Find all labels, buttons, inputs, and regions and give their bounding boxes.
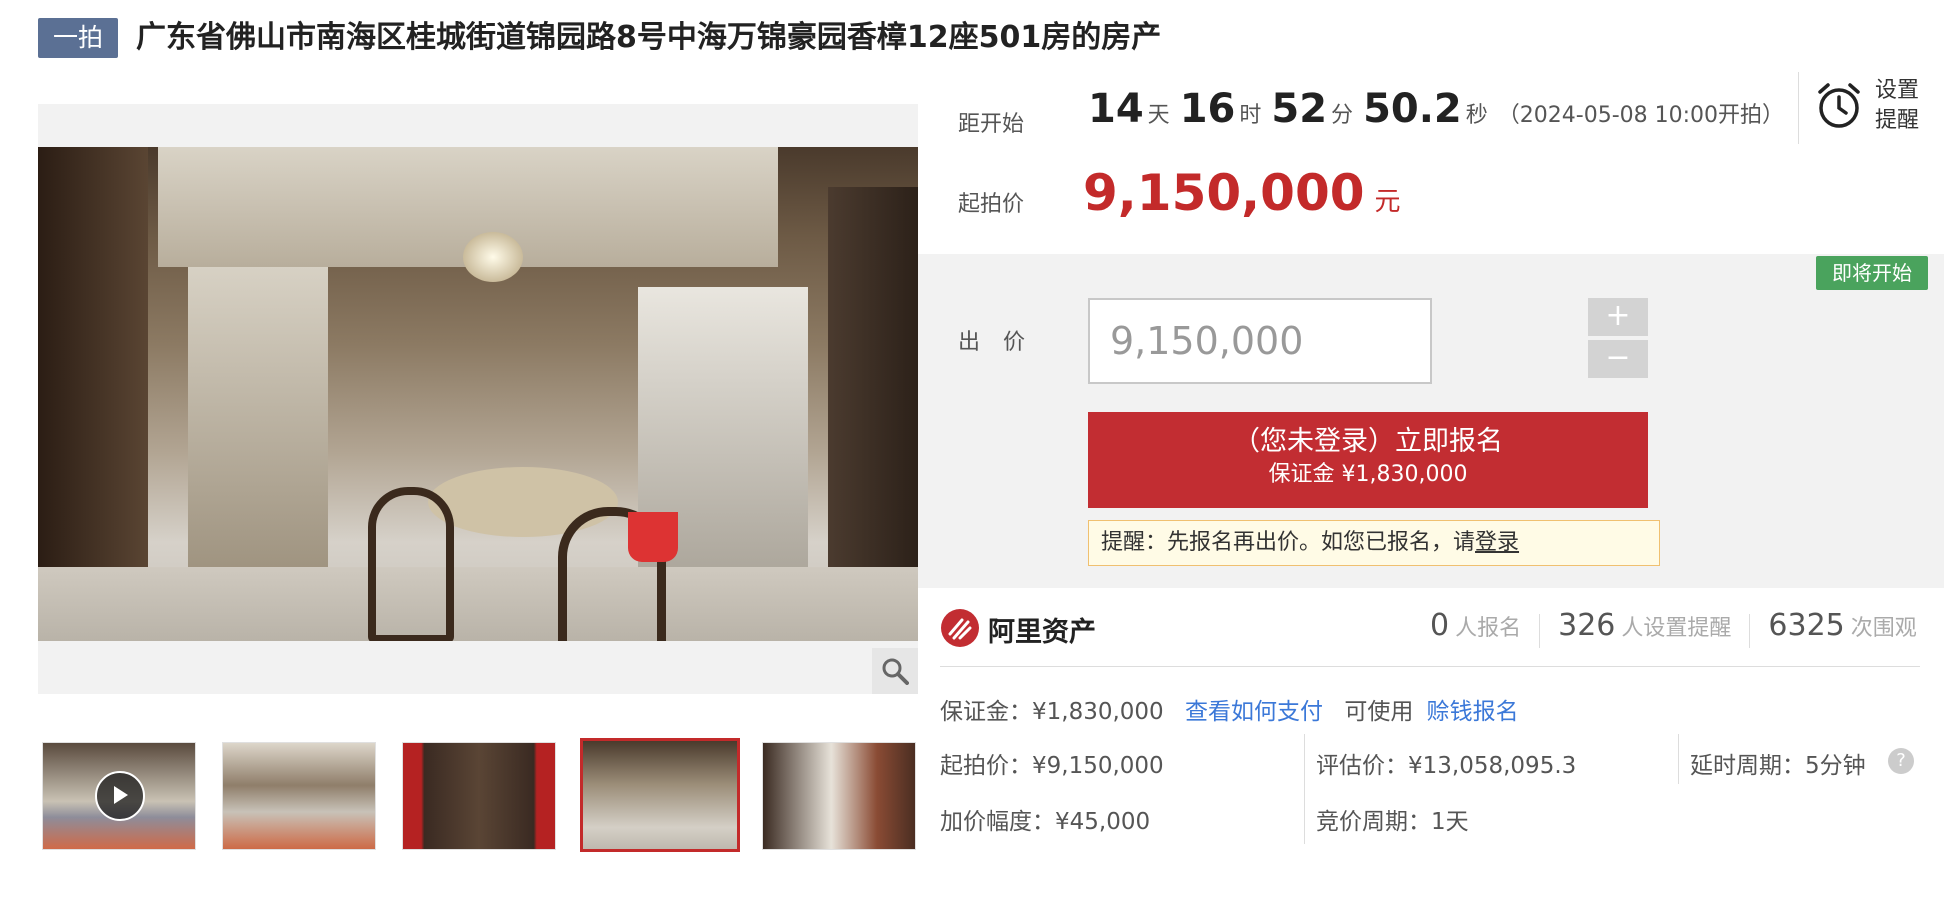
platform-name: 阿里资产 <box>988 617 1096 648</box>
divider <box>940 666 1920 667</box>
countdown-minutes: 52 <box>1271 86 1328 132</box>
auction-stats: 0 人报名 326 人设置提醒 6325 次围观 <box>1430 608 1917 648</box>
thumbnail-image[interactable] <box>222 742 376 850</box>
reminder-line1: 设置 <box>1875 78 1920 103</box>
reminder-line2: 提醒 <box>1875 108 1920 133</box>
ali-assets-logo-icon <box>941 609 979 647</box>
photo-bucket <box>628 512 678 562</box>
auction-round-badge: 一拍 <box>38 18 118 58</box>
zoom-button[interactable] <box>872 648 918 694</box>
countdown-hours-unit: 时 <box>1239 103 1262 128</box>
divider <box>1678 734 1679 784</box>
countdown-minutes-unit: 分 <box>1331 103 1354 128</box>
countdown-hours: 16 <box>1179 86 1236 132</box>
thumbnail-video[interactable] <box>42 742 196 850</box>
signup-count: 0 <box>1430 608 1450 643</box>
how-to-pay-link[interactable]: 查看如何支付 <box>1185 699 1323 725</box>
login-tip: 提醒：先报名再出价。如您已报名，请登录 <box>1088 520 1660 566</box>
login-link[interactable]: 登录 <box>1475 530 1519 555</box>
thumbnail-image[interactable] <box>402 742 556 850</box>
set-reminder-button[interactable]: 设置 提醒 <box>1798 72 1944 144</box>
decrease-bid-button[interactable]: − <box>1588 340 1648 378</box>
signup-deposit-label: 保证金 ¥1,830,000 <box>1268 462 1468 487</box>
start-price-label: 起拍价 <box>958 192 1025 217</box>
divider <box>1539 613 1541 648</box>
start-price-value: 9,150,000 <box>1083 164 1365 222</box>
appraisal-price: 评估价：¥13,058,095.3 <box>1316 753 1577 779</box>
view-count: 6325 <box>1768 608 1845 643</box>
thumbnail-image[interactable] <box>762 742 916 850</box>
start-price: 9,150,000 元 <box>1083 164 1401 222</box>
credit-signup-link[interactable]: 赊钱报名 <box>1427 699 1519 725</box>
main-photo[interactable] <box>38 147 918 641</box>
can-use-text: 可使用 <box>1344 699 1414 725</box>
deposit-text: 保证金：¥1,830,000 <box>940 699 1164 725</box>
status-badge: 即将开始 <box>1816 256 1928 290</box>
countdown-days-unit: 天 <box>1147 103 1170 128</box>
signup-button-label: （您未登录）立即报名 <box>1233 426 1503 457</box>
thumbnail-image-selected[interactable] <box>580 738 740 852</box>
magnifier-icon <box>882 658 909 685</box>
countdown-days: 14 <box>1088 86 1144 132</box>
help-icon[interactable]: ? <box>1888 748 1914 774</box>
extension-period: 延时周期：5分钟 <box>1690 753 1866 779</box>
countdown: 14 天 16 时 52 分 50.2 秒 （2024-05-08 10:00开拍） <box>1088 86 1784 132</box>
photo-window-left <box>188 267 328 587</box>
bid-increment: 加价幅度：¥45,000 <box>940 809 1151 835</box>
bidding-cycle: 竞价周期：1天 <box>1316 809 1469 835</box>
view-count-unit: 次围观 <box>1850 616 1917 641</box>
tip-text: 提醒：先报名再出价。如您已报名，请 <box>1101 530 1476 555</box>
divider <box>1749 613 1751 648</box>
reminder-count: 326 <box>1558 608 1616 643</box>
reminder-count-unit: 人设置提醒 <box>1621 616 1732 641</box>
thumbnail-strip <box>38 738 918 852</box>
increase-bid-button[interactable]: + <box>1588 298 1648 336</box>
photo-chair <box>368 487 454 641</box>
start-price-unit: 元 <box>1374 187 1401 217</box>
photo-floor <box>38 567 918 641</box>
play-icon <box>95 771 145 821</box>
deposit-row: 保证金：¥1,830,000 查看如何支付 可使用 赊钱报名 <box>940 692 1519 726</box>
signup-count-unit: 人报名 <box>1455 616 1522 641</box>
page-title: 广东省佛山市南海区桂城街道锦园路8号中海万锦豪园香樟12座501房的房产 <box>136 20 1162 55</box>
start-price-detail: 起拍价：¥9,150,000 <box>940 753 1164 779</box>
alarm-clock-icon <box>1818 83 1860 128</box>
divider <box>1304 734 1305 844</box>
signup-button[interactable]: （您未登录）立即报名 保证金 ¥1,830,000 <box>1088 412 1648 508</box>
countdown-seconds: 50.2 <box>1363 86 1462 132</box>
bid-label: 出 价 <box>958 330 1033 355</box>
countdown-seconds-unit: 秒 <box>1465 103 1488 128</box>
photo-chandelier <box>463 232 523 282</box>
start-time: （2024-05-08 10:00开拍） <box>1497 103 1785 128</box>
countdown-label: 距开始 <box>958 112 1025 137</box>
bid-amount-input[interactable]: 9,150,000 <box>1088 298 1432 384</box>
